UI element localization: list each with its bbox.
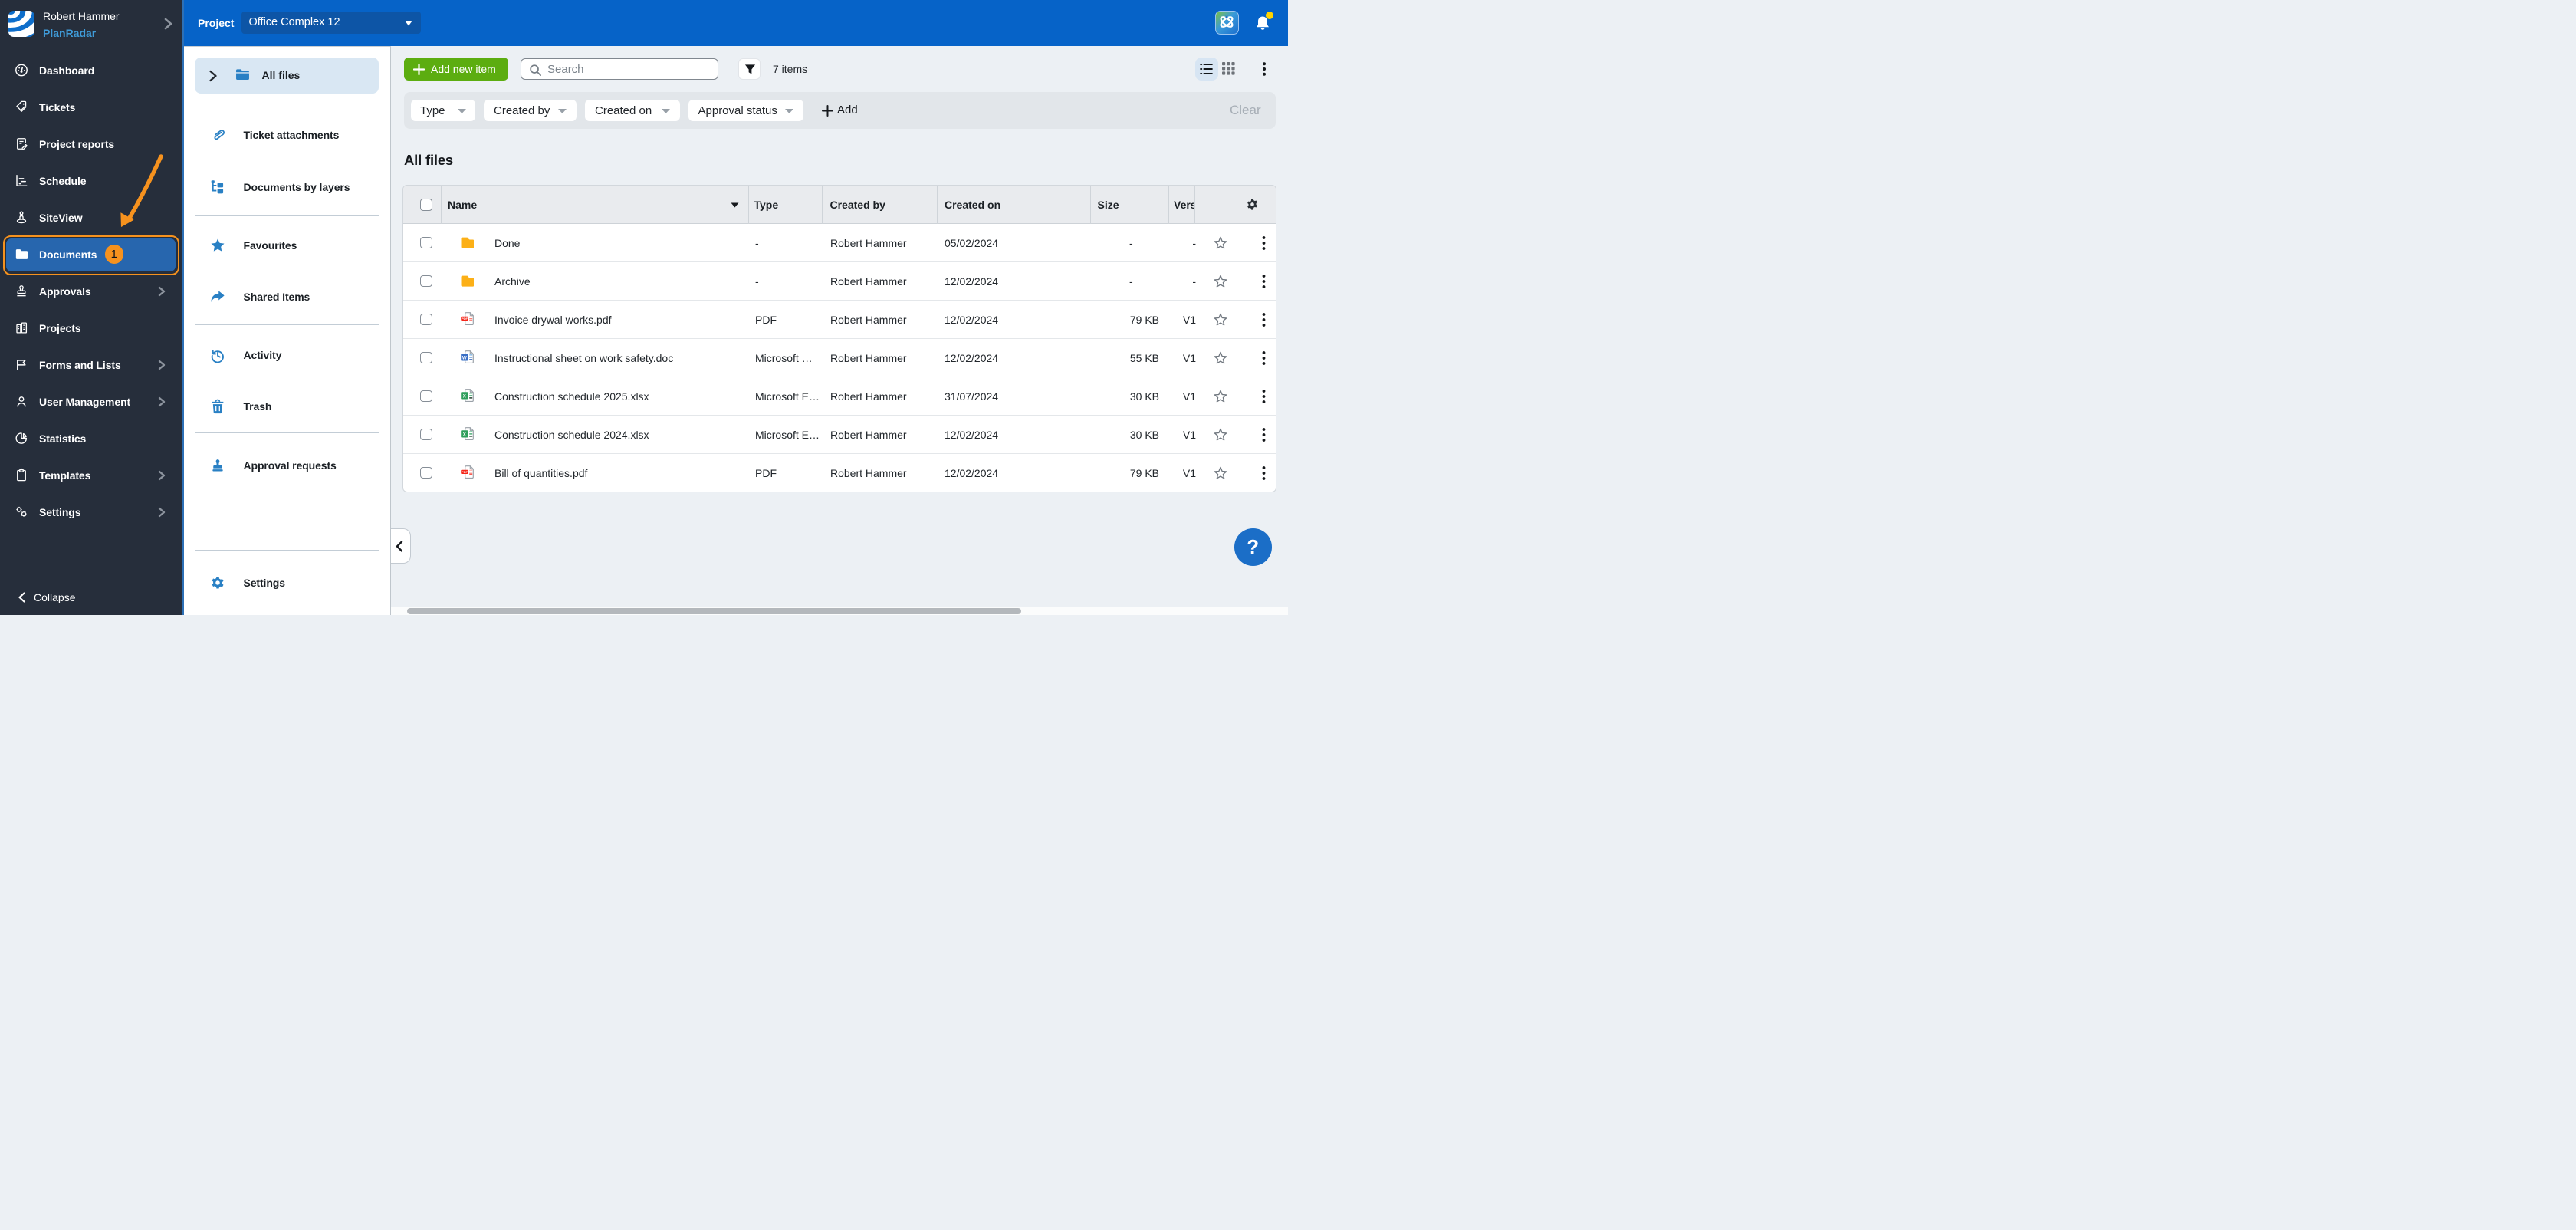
svg-text:PDF: PDF <box>462 317 468 321</box>
svg-text:PDF: PDF <box>462 470 468 474</box>
svg-text:W: W <box>462 355 467 360</box>
